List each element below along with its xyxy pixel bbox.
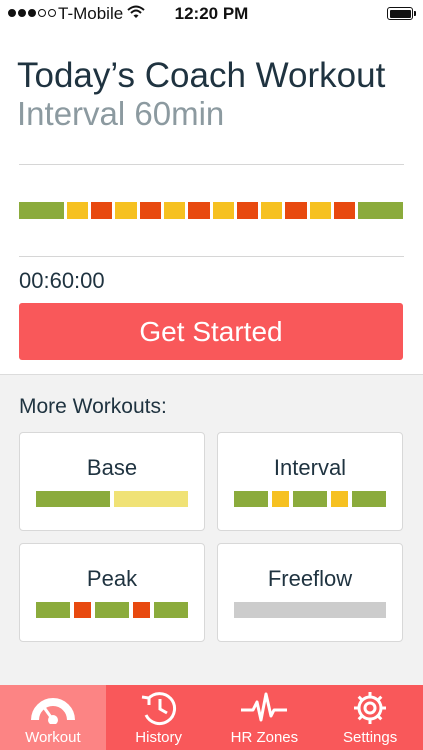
heartbeat-icon [241, 692, 288, 722]
tab-workout[interactable]: Workout [0, 685, 106, 750]
zone-segment-yellow [271, 491, 290, 507]
zone-segment-red [236, 202, 259, 219]
zone-segment-green [19, 202, 64, 219]
zone-segment-red [334, 202, 356, 219]
zone-segment-pale_yellow [114, 491, 188, 507]
battery-icon [387, 7, 416, 20]
zone-segment-yellow [330, 491, 349, 507]
tab-label: History [135, 729, 182, 746]
zone-segment-green [154, 602, 189, 618]
zone-segment-yellow [66, 202, 88, 219]
zone-segment-red [139, 202, 161, 219]
more-workouts-section: More Workouts: Base Interval Peak Freefl… [0, 374, 423, 686]
zone-segment-yellow [163, 202, 186, 219]
status-time: 12:20 PM [174, 4, 249, 23]
tab-history[interactable]: History [106, 685, 212, 750]
more-workouts-heading: More Workouts: [19, 395, 167, 418]
workout-card-name: Base [86, 455, 138, 480]
page-title: Today’s Coach Workout [17, 56, 386, 95]
zone-segment-green [358, 202, 404, 219]
zone-segment-green [234, 491, 268, 507]
workout-card-profile [234, 602, 386, 618]
zone-segment-yellow [115, 202, 137, 219]
zone-segment-red [73, 602, 92, 618]
workout-card-interval[interactable]: Interval [217, 432, 403, 531]
zone-segment-green [293, 491, 327, 507]
workout-card-profile [234, 491, 387, 507]
workout-card-freeflow[interactable]: Freeflow [217, 543, 403, 642]
gear-icon [354, 692, 387, 724]
divider [19, 164, 404, 165]
workout-card-profile [36, 602, 189, 618]
workout-card-name: Peak [86, 566, 138, 591]
zone-segment-red [285, 202, 307, 219]
workout-card-name: Interval [273, 455, 347, 480]
workout-subtitle: Interval 60min [17, 95, 225, 132]
status-bar: T-Mobile 12:20 PM [0, 0, 423, 30]
zone-segment-yellow [261, 202, 283, 219]
zone-segment-green [36, 491, 110, 507]
tab-label: Settings [343, 729, 398, 746]
tab-label: Workout [25, 729, 81, 746]
tab-bar: Workout History HR Zones Settings [0, 685, 423, 750]
workout-card-peak[interactable]: Peak [19, 543, 205, 642]
zone-segment-red [188, 202, 210, 219]
zone-segment-gray [234, 602, 386, 618]
zone-segment-green [36, 602, 70, 618]
zone-segment-green [352, 491, 387, 507]
zone-segment-red [132, 602, 151, 618]
gauge-icon [30, 698, 75, 724]
zone-segment-red [90, 202, 113, 219]
history-clock-icon [141, 692, 176, 726]
get-started-button[interactable]: Get Started [19, 303, 403, 360]
tab-settings[interactable]: Settings [317, 685, 423, 750]
workout-duration: 00:60:00 [19, 268, 105, 293]
workout-card-profile [36, 491, 188, 507]
tab-label: HR Zones [230, 729, 299, 746]
divider [19, 256, 404, 257]
tab-hr-zones[interactable]: HR Zones [212, 685, 318, 750]
workout-card-name: Freeflow [267, 566, 353, 591]
workout-profile-bar [19, 202, 404, 219]
zone-segment-green [95, 602, 129, 618]
zone-segment-yellow [212, 202, 234, 219]
zone-segment-yellow [309, 202, 332, 219]
workout-card-base[interactable]: Base [19, 432, 205, 531]
